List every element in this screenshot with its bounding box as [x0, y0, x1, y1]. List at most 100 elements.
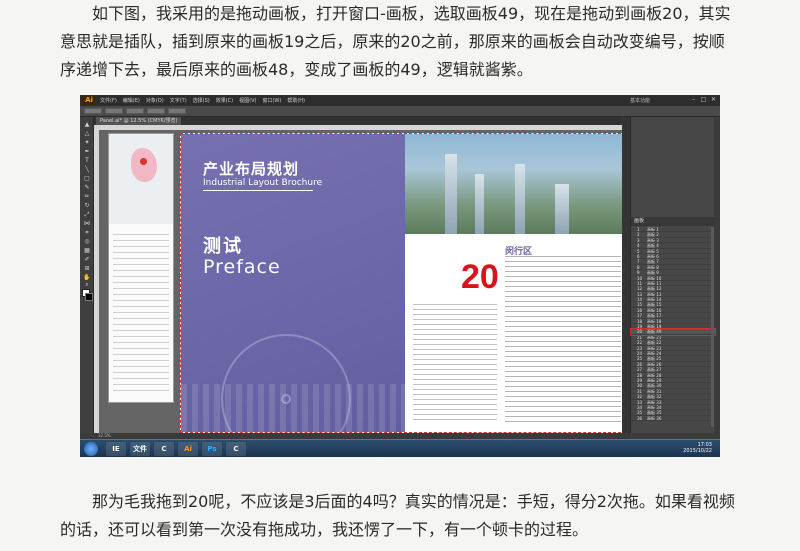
- tower-building: [475, 174, 484, 234]
- artboard-name: 画板 7: [647, 259, 659, 265]
- page-number: 20: [461, 258, 499, 296]
- artboard-name: 画板 23: [647, 345, 662, 351]
- pen-tool-icon[interactable]: ✒: [82, 148, 92, 155]
- artboards-panel: 画板 1 画板 1 2 画板 2 3 画板 3 4 画板 4 5 画板 5 6 画板 6 7 画板 78画…: [630, 117, 716, 433]
- stroke-weight-field[interactable]: [126, 108, 144, 114]
- artboard-row[interactable]: 36 画板 36: [631, 415, 715, 422]
- artboard-name: 画板 33: [647, 399, 662, 405]
- brush-tool-icon[interactable]: ✎: [82, 184, 92, 191]
- style-dropdown[interactable]: [168, 108, 186, 114]
- artboard-number: 36: [637, 415, 643, 421]
- scale-tool-icon[interactable]: ⤢: [82, 211, 92, 218]
- artboard-name: 画板 8: [647, 264, 659, 270]
- minimize-icon[interactable]: –: [689, 96, 698, 104]
- taskbar-app-ie[interactable]: IE: [106, 442, 126, 456]
- artboard-name: 画板 14: [647, 297, 662, 303]
- gradient-tool-icon[interactable]: ▦: [82, 247, 92, 254]
- tools-panel: ▲ △ ✦ ✒ T ╲ □ ✎ ✏ ↻ ⤢ ⋈ ⌗ ◎ ▦ ✐ ⊞ ✋ ⌕: [80, 117, 94, 433]
- artboard-name: 画板 29: [647, 377, 662, 383]
- rectangle-tool-icon[interactable]: □: [82, 175, 92, 182]
- start-button[interactable]: [84, 442, 98, 456]
- workspace-switcher[interactable]: 基本功能: [630, 97, 650, 104]
- cover-panel: 产业布局规划 Industrial Layout Brochure 测试 Pre…: [181, 134, 405, 432]
- taskbar-app-c[interactable]: C: [154, 442, 174, 456]
- width-tool-icon[interactable]: ⋈: [82, 220, 92, 227]
- section-title-en: Preface: [203, 256, 281, 278]
- artboard-name: 画板 24: [647, 350, 662, 356]
- taskbar-app-c2[interactable]: C: [226, 442, 246, 456]
- menu-type[interactable]: 文字(T): [170, 97, 187, 104]
- artboard-name: 画板 26: [647, 361, 662, 367]
- artboard-tool-icon[interactable]: ⊞: [82, 265, 92, 272]
- vertical-ruler[interactable]: [94, 125, 99, 433]
- aerial-city-photo: [405, 134, 625, 234]
- artboard-name: 画板 25: [647, 356, 662, 362]
- intro-paragraph: 如下图，我采用的是拖动画板，打开窗口-画板，选取画板49，现在是拖动到画板20，…: [60, 4, 731, 79]
- artboard-name: 画板 6: [647, 253, 659, 259]
- menu-bar: Ai 文件(F) 编辑(E) 对象(O) 文字(T) 选择(S) 效果(C) 视…: [80, 95, 720, 106]
- type-tool-icon[interactable]: T: [82, 157, 92, 164]
- body-text-block: [413, 304, 497, 424]
- artboard-name: 画板 16: [647, 307, 662, 313]
- artboard-current[interactable]: 产业布局规划 Industrial Layout Brochure 测试 Pre…: [180, 133, 626, 433]
- menu-window[interactable]: 窗口(W): [262, 97, 281, 104]
- line-tool-icon[interactable]: ╲: [82, 166, 92, 173]
- closing-paragraph: 那为毛我拖到20呢，不应该是3后面的4吗？真实的情况是：手短，得分2次拖。如果看…: [60, 492, 735, 539]
- artboard-name: 画板 21: [647, 334, 662, 340]
- artboard-name: 画板 31: [647, 388, 662, 394]
- panel-scrollbar[interactable]: [711, 227, 714, 427]
- artboard-name: 画板 1: [647, 227, 659, 232]
- artboard-previous[interactable]: [108, 133, 174, 403]
- stroke-dropdown[interactable]: [105, 108, 123, 114]
- magic-wand-tool-icon[interactable]: ✦: [82, 139, 92, 146]
- shape-builder-tool-icon[interactable]: ◎: [82, 238, 92, 245]
- artboard-name: 画板 35: [647, 410, 662, 416]
- brush-dropdown[interactable]: [147, 108, 165, 114]
- menu-help[interactable]: 帮助(H): [287, 97, 305, 104]
- stroke-color-swatch[interactable]: [85, 293, 93, 301]
- panel-dock-icons[interactable]: [622, 117, 630, 433]
- menu-view[interactable]: 视图(V): [239, 97, 256, 104]
- city-skyline-graphic: [181, 384, 405, 432]
- artboard-name: 画板 5: [647, 248, 659, 254]
- document-tab[interactable]: Panel.ai* @ 12.5% (CMYK/预览): [96, 117, 182, 125]
- free-transform-tool-icon[interactable]: ⌗: [82, 229, 92, 236]
- fill-dropdown[interactable]: [84, 108, 102, 114]
- menu-file[interactable]: 文件(F): [100, 97, 117, 104]
- artboard-name: 画板 27: [647, 367, 662, 373]
- taskbar-app-photoshop[interactable]: Ps: [202, 442, 222, 456]
- illustrator-screenshot: Ai 文件(F) 编辑(E) 对象(O) 文字(T) 选择(S) 效果(C) 视…: [80, 95, 720, 457]
- cover-title-en: Industrial Layout Brochure: [203, 178, 323, 188]
- menu-object[interactable]: 对象(O): [146, 97, 164, 104]
- eyedropper-tool-icon[interactable]: ✐: [82, 256, 92, 263]
- artboard-name: 画板 3: [647, 237, 659, 243]
- hand-tool-icon[interactable]: ✋: [82, 274, 92, 281]
- horizontal-ruler[interactable]: [94, 125, 622, 130]
- selection-tool-icon[interactable]: ▲: [82, 121, 92, 128]
- system-clock[interactable]: 17:03 2015/10/22: [683, 442, 712, 454]
- artboard-name: 画板 32: [647, 394, 662, 400]
- close-icon[interactable]: ✕: [709, 96, 718, 104]
- text-block: [113, 234, 169, 394]
- artboard-name: 画板 22: [647, 340, 662, 346]
- menu-select[interactable]: 选择(S): [193, 97, 210, 104]
- rotate-tool-icon[interactable]: ↻: [82, 202, 92, 209]
- taskbar-app-illustrator[interactable]: Ai: [178, 442, 198, 456]
- clock-date: 2015/10/22: [683, 448, 712, 454]
- tower-building: [515, 164, 525, 234]
- cover-title-cn: 产业布局规划: [203, 160, 300, 178]
- artboard-name: 画板 49: [647, 329, 662, 335]
- taskbar-app-explorer[interactable]: 文件: [130, 442, 150, 456]
- menu-effect[interactable]: 效果(C): [216, 97, 233, 104]
- artboard-name: 画板 36: [647, 415, 662, 421]
- pencil-tool-icon[interactable]: ✏: [82, 193, 92, 200]
- zoom-tool-icon[interactable]: ⌕: [82, 281, 92, 288]
- direct-selection-tool-icon[interactable]: △: [82, 130, 92, 137]
- maximize-icon[interactable]: □: [699, 96, 708, 104]
- artboard-name: 画板 13: [647, 291, 662, 297]
- zoom-level[interactable]: 12.5%: [98, 433, 111, 438]
- artboard-name: 画板 2: [647, 232, 659, 238]
- menu-edit[interactable]: 编辑(E): [123, 97, 140, 104]
- artboards-panel-tab[interactable]: 画板: [631, 217, 715, 226]
- section-title-cn: 测试: [203, 236, 243, 257]
